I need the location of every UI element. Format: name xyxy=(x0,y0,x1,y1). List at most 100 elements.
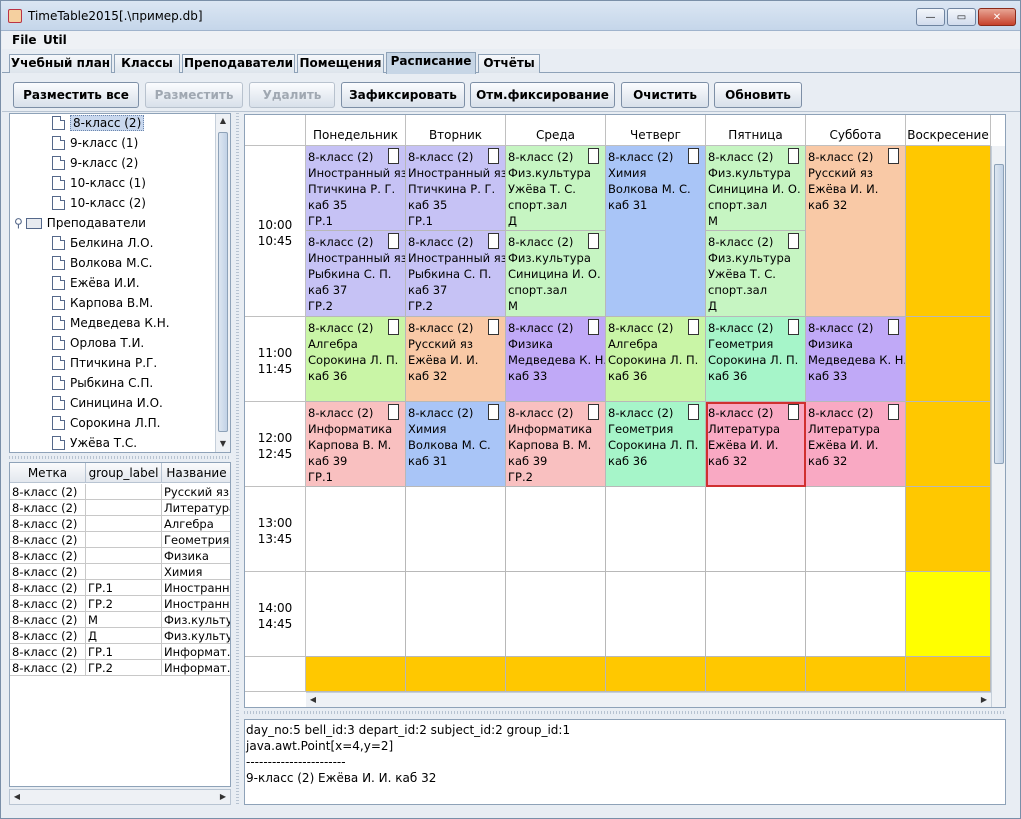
fix-checkbox[interactable] xyxy=(688,148,699,164)
schedule-cell[interactable] xyxy=(606,487,706,572)
lesson-card[interactable]: 8-класс (2) Информатика Карпова В. М. каб 3… xyxy=(306,402,406,487)
tree-class-node[interactable]: 8-класс (2) xyxy=(52,114,145,133)
lesson-card[interactable]: 8-класс (2) Иностранный яз. Птичкина Р. Г.… xyxy=(406,146,506,231)
schedule-cell[interactable] xyxy=(406,572,506,657)
tree-scrollbar[interactable]: ▲ ▼ xyxy=(215,114,230,452)
fix-checkbox[interactable] xyxy=(388,319,399,335)
menu-util[interactable]: Util xyxy=(43,33,67,47)
table-row[interactable]: 8-класс (2) ГР.2 Информат... xyxy=(10,660,230,676)
fix-checkbox[interactable] xyxy=(688,319,699,335)
tree-teacher-node[interactable]: Рыбкина С.П. xyxy=(52,374,153,393)
lesson-card[interactable]: 8-класс (2) Физика Медведева К. Н. каб 33 xyxy=(806,317,906,402)
schedule-cell[interactable] xyxy=(806,657,906,692)
minimize-button[interactable]: — xyxy=(916,8,945,26)
schedule-cell[interactable] xyxy=(906,317,991,402)
schedule-cell[interactable] xyxy=(306,572,406,657)
schedule-cell[interactable] xyxy=(906,657,991,692)
lesson-card[interactable]: 8-класс (2) Химия Волкова М. С. каб 31 xyxy=(606,146,706,317)
scroll-right-icon[interactable]: ▶ xyxy=(977,693,991,707)
scroll-up-icon[interactable]: ▲ xyxy=(216,114,230,128)
fix-checkbox[interactable] xyxy=(888,404,899,420)
tree-class-node[interactable]: 9-класс (2) xyxy=(52,154,138,173)
grid-hscrollbar[interactable]: ◀ ▶ xyxy=(306,692,991,707)
schedule-cell[interactable] xyxy=(406,657,506,692)
schedule-cell[interactable] xyxy=(806,572,906,657)
lesson-card[interactable]: 8-класс (2) Иностранный яз. Птичкина Р. Г.… xyxy=(306,146,406,231)
fix-checkbox[interactable] xyxy=(788,404,799,420)
fix-checkbox[interactable] xyxy=(788,319,799,335)
fix-checkbox[interactable] xyxy=(588,319,599,335)
lesson-card[interactable]: 8-класс (2) Иностранный яз. Рыбкина С. П. к… xyxy=(306,231,406,317)
bottom-splitter[interactable] xyxy=(244,711,1006,714)
schedule-cell[interactable] xyxy=(706,657,806,692)
tab-classes[interactable]: Классы xyxy=(114,54,180,73)
tree-teacher-node[interactable]: Птичкина Р.Г. xyxy=(52,354,157,373)
column-header[interactable]: group_label xyxy=(86,463,162,483)
scroll-left-icon[interactable]: ◀ xyxy=(306,693,320,707)
lesson-card[interactable]: 8-класс (2) Физика Медведева К. Н. каб 33 xyxy=(506,317,606,402)
lesson-card[interactable]: 8-класс (2) Алгебра Сорокина Л. П. каб 36 xyxy=(306,317,406,402)
lesson-card[interactable]: 8-класс (2) Русский яз Ежёва И. И. каб 32 xyxy=(806,146,906,317)
fix-checkbox[interactable] xyxy=(588,404,599,420)
fix-checkbox[interactable] xyxy=(588,233,599,249)
tree-teacher-node[interactable]: Синицина И.О. xyxy=(52,394,163,413)
tree-teacher-node[interactable]: Волкова М.С. xyxy=(52,254,152,273)
table-row[interactable]: 8-класс (2) Геометрия xyxy=(10,532,230,548)
schedule-cell[interactable] xyxy=(506,657,606,692)
tree-class-node[interactable]: 10-класс (2) xyxy=(52,194,146,213)
tree-teacher-node[interactable]: Карпова В.М. xyxy=(52,294,153,313)
schedule-cell[interactable] xyxy=(506,487,606,572)
lesson-card[interactable]: 8-класс (2) Геометрия Сорокина Л. П. каб 36 xyxy=(706,317,806,402)
lesson-card[interactable]: 8-класс (2) Литература Ежёва И. И. каб 32 xyxy=(806,402,906,487)
schedule-cell[interactable] xyxy=(906,487,991,572)
tree-teacher-node[interactable]: Ежёва И.И. xyxy=(52,274,140,293)
schedule-cell[interactable] xyxy=(706,572,806,657)
maximize-button[interactable]: ▭ xyxy=(947,8,976,26)
table-row[interactable]: 8-класс (2) Литература xyxy=(10,500,230,516)
fix-checkbox[interactable] xyxy=(488,404,499,420)
fix-checkbox[interactable] xyxy=(488,148,499,164)
fix-checkbox[interactable] xyxy=(488,319,499,335)
table-row[interactable]: 8-класс (2) Русский яз xyxy=(10,484,230,500)
column-header[interactable]: Метка xyxy=(10,463,86,483)
table-row[interactable]: 8-класс (2) Физика xyxy=(10,548,230,564)
column-header[interactable]: Название xyxy=(162,463,230,483)
clear-button[interactable]: Очистить xyxy=(621,82,709,108)
lesson-card[interactable]: 8-класс (2) Физ.культура Ужёва Т. С. спорт.… xyxy=(706,231,806,317)
unfix-button[interactable]: Отм.фиксирование xyxy=(470,82,615,108)
table-hscrollbar[interactable]: ◀ ▶ xyxy=(9,789,231,805)
fix-checkbox[interactable] xyxy=(388,404,399,420)
schedule-cell[interactable] xyxy=(306,657,406,692)
lesson-card[interactable]: 8-класс (2) Алгебра Сорокина Л. П. каб 36 xyxy=(606,317,706,402)
tab-rooms[interactable]: Помещения xyxy=(297,54,384,73)
tree-teacher-node[interactable]: Медведева К.Н. xyxy=(52,314,170,333)
fix-checkbox[interactable] xyxy=(888,148,899,164)
schedule-cell[interactable] xyxy=(906,572,991,657)
table-row[interactable]: 8-класс (2) ГР.1 Информат... xyxy=(10,644,230,660)
schedule-cell[interactable] xyxy=(806,487,906,572)
scroll-thumb[interactable] xyxy=(218,132,228,432)
table-row[interactable]: 8-класс (2)МФиз.культу... xyxy=(10,612,230,628)
schedule-cell[interactable] xyxy=(406,487,506,572)
fix-checkbox[interactable] xyxy=(488,233,499,249)
menu-file[interactable]: File xyxy=(12,33,37,47)
table-row[interactable]: 8-класс (2)ДФиз.культу... xyxy=(10,628,230,644)
tree-class-node[interactable]: 10-класс (1) xyxy=(52,174,146,193)
close-button[interactable]: ✕ xyxy=(978,8,1016,26)
lesson-card[interactable]: 8-класс (2) Литература Ежёва И. И. каб 32 xyxy=(706,402,806,487)
fix-checkbox[interactable] xyxy=(788,233,799,249)
schedule-cell[interactable] xyxy=(906,146,991,317)
fix-checkbox[interactable] xyxy=(588,148,599,164)
lesson-card[interactable]: 8-класс (2) Русский яз Ежёва И. И. каб 32 xyxy=(406,317,506,402)
tree-teacher-node[interactable]: Белкина Л.О. xyxy=(52,234,153,253)
scroll-right-icon[interactable]: ▶ xyxy=(216,790,230,804)
main-splitter[interactable] xyxy=(236,113,239,805)
fix-button[interactable]: Зафиксировать xyxy=(341,82,465,108)
schedule-cell[interactable] xyxy=(706,487,806,572)
fix-checkbox[interactable] xyxy=(788,148,799,164)
grid-vscrollbar[interactable] xyxy=(991,146,1005,707)
schedule-cell[interactable] xyxy=(606,657,706,692)
tree-teacher-node[interactable]: Сорокина Л.П. xyxy=(52,414,160,433)
tab-schedule[interactable]: Расписание xyxy=(386,52,476,74)
lesson-card[interactable]: 8-класс (2) Физ.культура Синицина И. О. спо… xyxy=(506,231,606,317)
